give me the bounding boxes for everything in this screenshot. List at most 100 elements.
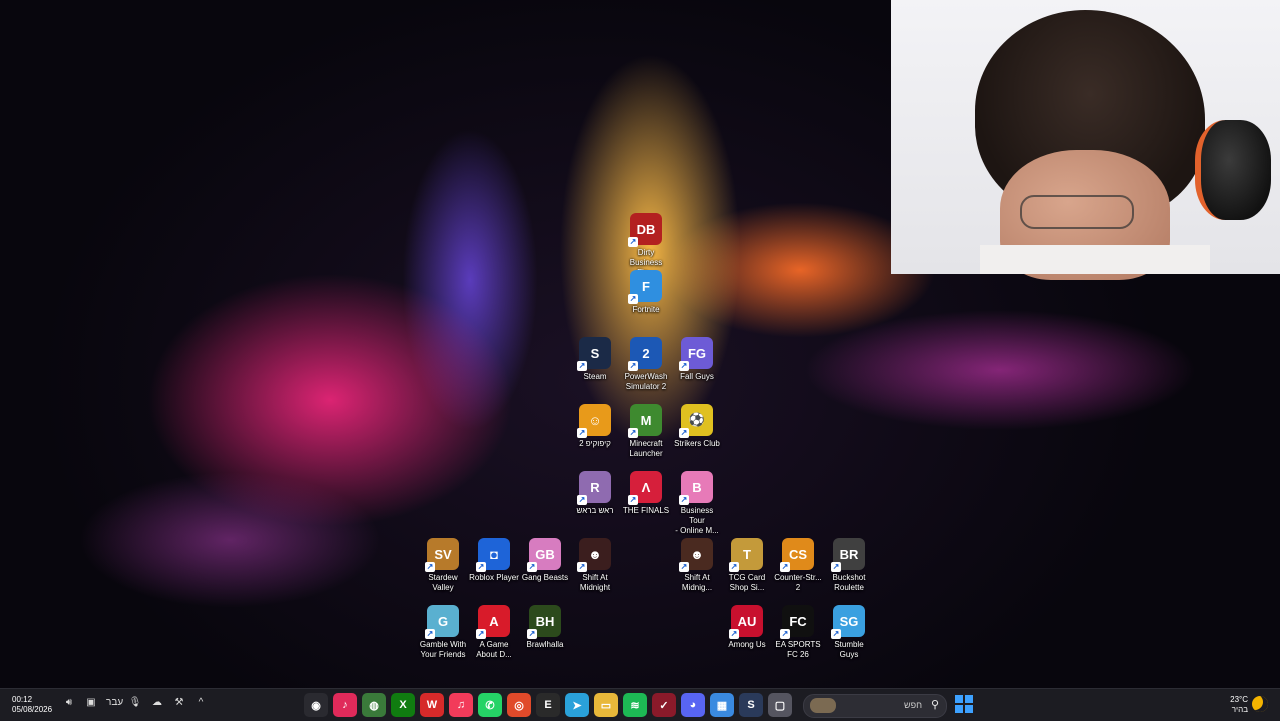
shortcut-arrow-icon: ↗: [527, 562, 537, 572]
shortcut-arrow-icon: ↗: [729, 562, 739, 572]
taskbar-clock[interactable]: 00:12 05/08/2026: [12, 695, 52, 715]
shortcut-arrow-icon: ↗: [476, 629, 486, 639]
desktop-icon-brawlhalla[interactable]: BH ↗ Brawlhalla: [520, 605, 570, 650]
language-indicator[interactable]: עבר: [106, 697, 123, 708]
taskbar-capcut-icon[interactable]: ✓: [652, 693, 676, 717]
desktop-icon-fall-guys[interactable]: FG ↗ Fall Guys: [672, 337, 722, 382]
desktop-icon-minecraft[interactable]: M ↗ Minecraft Launcher: [621, 404, 671, 459]
shortcut-arrow-icon: ↗: [679, 495, 689, 505]
desktop-icon-gang-beasts[interactable]: GB ↗ Gang Beasts: [520, 538, 570, 583]
desktop-icon-label: Gang Beasts: [521, 573, 569, 582]
desktop-icon-stumble-guys[interactable]: SG ↗ Stumble Guys: [824, 605, 874, 660]
taskbar-discord-icon[interactable]: ◕: [681, 693, 705, 717]
desktop-icon-roblox[interactable]: ◘ ↗ Roblox Player: [469, 538, 519, 583]
shortcut-arrow-icon: ↗: [831, 562, 841, 572]
shortcut-arrow-icon: ↗: [476, 562, 486, 572]
shortcut-arrow-icon: ↗: [628, 361, 638, 371]
desktop-icon-hebrew-game-2[interactable]: R ↗ ראש בראש: [570, 471, 620, 516]
taskbar-telegram-icon[interactable]: ➤: [565, 693, 589, 717]
shortcut-arrow-icon: ↗: [425, 562, 435, 572]
clock-time: 00:12: [12, 695, 33, 704]
tcg-card-app-icon: T ↗: [729, 538, 763, 572]
desktop-icon-shift-midnight-1[interactable]: ☻ ↗ Shift At Midnight: [570, 538, 620, 593]
strikers-club-app-icon: ⚽ ↗: [679, 404, 713, 438]
network-icon[interactable]: ▣: [84, 697, 98, 708]
shortcut-arrow-icon: ↗: [679, 428, 689, 438]
desktop-icon-dirty-business[interactable]: DB↗Dirty Business Fin...: [621, 213, 671, 278]
desktop-icon-counter-strike[interactable]: CS ↗ Counter-Str... 2: [773, 538, 823, 593]
taskbar-explorer-icon[interactable]: ▭: [594, 693, 618, 717]
dirty-business-app-icon: DB ↗: [628, 213, 662, 247]
desktop-icon-buckshot[interactable]: BR ↗ Buckshot Roulette: [824, 538, 874, 593]
cloud-icon[interactable]: ☁: [150, 697, 164, 708]
desktop-icon-label: Steam: [583, 372, 607, 381]
search-highlight-icon: [810, 698, 836, 713]
clock-date: 05/08/2026: [12, 705, 53, 714]
moon-icon[interactable]: [1252, 696, 1268, 712]
shortcut-arrow-icon: ↗: [780, 629, 790, 639]
desktop-icon-stardew[interactable]: SV ↗ Stardew Valley: [418, 538, 468, 593]
shift-midnight-1-app-icon: ☻ ↗: [577, 538, 611, 572]
desktop-icon-among-us[interactable]: AU ↗ Among Us: [722, 605, 772, 650]
taskbar-wps-icon[interactable]: W: [420, 693, 444, 717]
taskbar-window-icon[interactable]: ▢: [768, 693, 792, 717]
desktop-icon-label: Stumble Guys: [834, 640, 864, 659]
fall-guys-app-icon: FG ↗: [679, 337, 713, 371]
among-us-app-icon: AU ↗: [729, 605, 763, 639]
shortcut-arrow-icon: ↗: [577, 428, 587, 438]
taskbar-epic-icon[interactable]: E: [536, 693, 560, 717]
desktop-icon-strikers-club[interactable]: ⚽ ↗ Strikers Club: [672, 404, 722, 449]
shortcut-arrow-icon: ↗: [831, 629, 841, 639]
desktop-icon-ea-fc[interactable]: FC ↗ EA SPORTS FC 26: [773, 605, 823, 660]
chevron-up-icon[interactable]: ^: [194, 697, 208, 708]
shortcut-arrow-icon: ↗: [628, 237, 638, 247]
shortcut-arrow-icon: ↗: [679, 562, 689, 572]
desktop-icon-label: Minecraft Launcher: [629, 439, 663, 458]
desktop-icon-powerwash[interactable]: 2 ↗ PowerWash Simulator 2: [621, 337, 671, 392]
desktop-icon-a-game-about[interactable]: A ↗ A Game About D...: [469, 605, 519, 660]
microphone-icon[interactable]: 🎙︎: [128, 697, 142, 708]
taskbar-search[interactable]: חפש ⚲: [803, 694, 947, 718]
business-tour-app-icon: B ↗: [679, 471, 713, 505]
taskbar-store-icon[interactable]: ▦: [710, 693, 734, 717]
taskbar-chrome-active-icon[interactable]: ◍: [362, 693, 386, 717]
desktop-icon-hebrew-game-1[interactable]: ☺ ↗ 2 קיפוקיפ: [570, 404, 620, 449]
desktop-icon-label: A Game About D...: [476, 640, 512, 659]
desktop-icon-label: THE FINALS: [622, 506, 670, 515]
desktop-icon-business-tour[interactable]: B ↗ Business Tour - Online M...: [672, 471, 722, 536]
hebrew-game-2-app-icon: R ↗: [577, 471, 611, 505]
taskbar-steam-icon[interactable]: S: [739, 693, 763, 717]
taskbar-spotify-icon[interactable]: ≋: [623, 693, 647, 717]
windows-logo-icon: [955, 695, 963, 703]
taskbar-music-icon[interactable]: ♫: [449, 693, 473, 717]
weather-text: בהיר: [1231, 705, 1248, 714]
desktop-icon-shift-midnight-2[interactable]: ☻ ↗ Shift At Midnig...: [672, 538, 722, 593]
desktop-icon-fortnite[interactable]: F ↗ Fortnite: [621, 270, 671, 315]
desktop-icon-steam[interactable]: S ↗ Steam: [570, 337, 620, 382]
taskbar-tiktok-icon[interactable]: ♪: [333, 693, 357, 717]
taskbar-obs-icon[interactable]: ◉: [304, 693, 328, 717]
shortcut-arrow-icon: ↗: [577, 361, 587, 371]
desktop-icon-label: Gamble With Your Friends: [419, 640, 467, 659]
tools-icon[interactable]: ⚒: [172, 697, 186, 708]
desktop-icon-tcg-card[interactable]: T ↗ TCG Card Shop Si...: [722, 538, 772, 593]
taskbar-xbox-icon[interactable]: X: [391, 693, 415, 717]
shortcut-arrow-icon: ↗: [729, 629, 739, 639]
desktop-icon-label: Buckshot Roulette: [832, 573, 866, 592]
start-button[interactable]: [955, 695, 973, 713]
desktop-icon-the-finals[interactable]: Λ ↗ THE FINALS: [621, 471, 671, 516]
volume-icon[interactable]: 🔊︎: [62, 697, 76, 708]
taskbar-whatsapp-icon[interactable]: ✆: [478, 693, 502, 717]
desktop-icon-label: ראש בראש: [576, 506, 614, 515]
roblox-app-icon: ◘ ↗: [476, 538, 510, 572]
shift-midnight-2-app-icon: ☻ ↗: [679, 538, 713, 572]
counter-strike-app-icon: CS ↗: [780, 538, 814, 572]
desktop-icon-gamble[interactable]: G ↗ Gamble With Your Friends: [418, 605, 468, 660]
a-game-about-app-icon: A ↗: [476, 605, 510, 639]
desktop-icon-label: Shift At Midnight: [579, 573, 611, 592]
gamble-app-icon: G ↗: [425, 605, 459, 639]
shortcut-arrow-icon: ↗: [628, 294, 638, 304]
taskbar-chrome-icon[interactable]: ◎: [507, 693, 531, 717]
weather-widget[interactable]: 23°C בהיר: [1224, 695, 1248, 715]
powerwash-app-icon: 2 ↗: [628, 337, 662, 371]
